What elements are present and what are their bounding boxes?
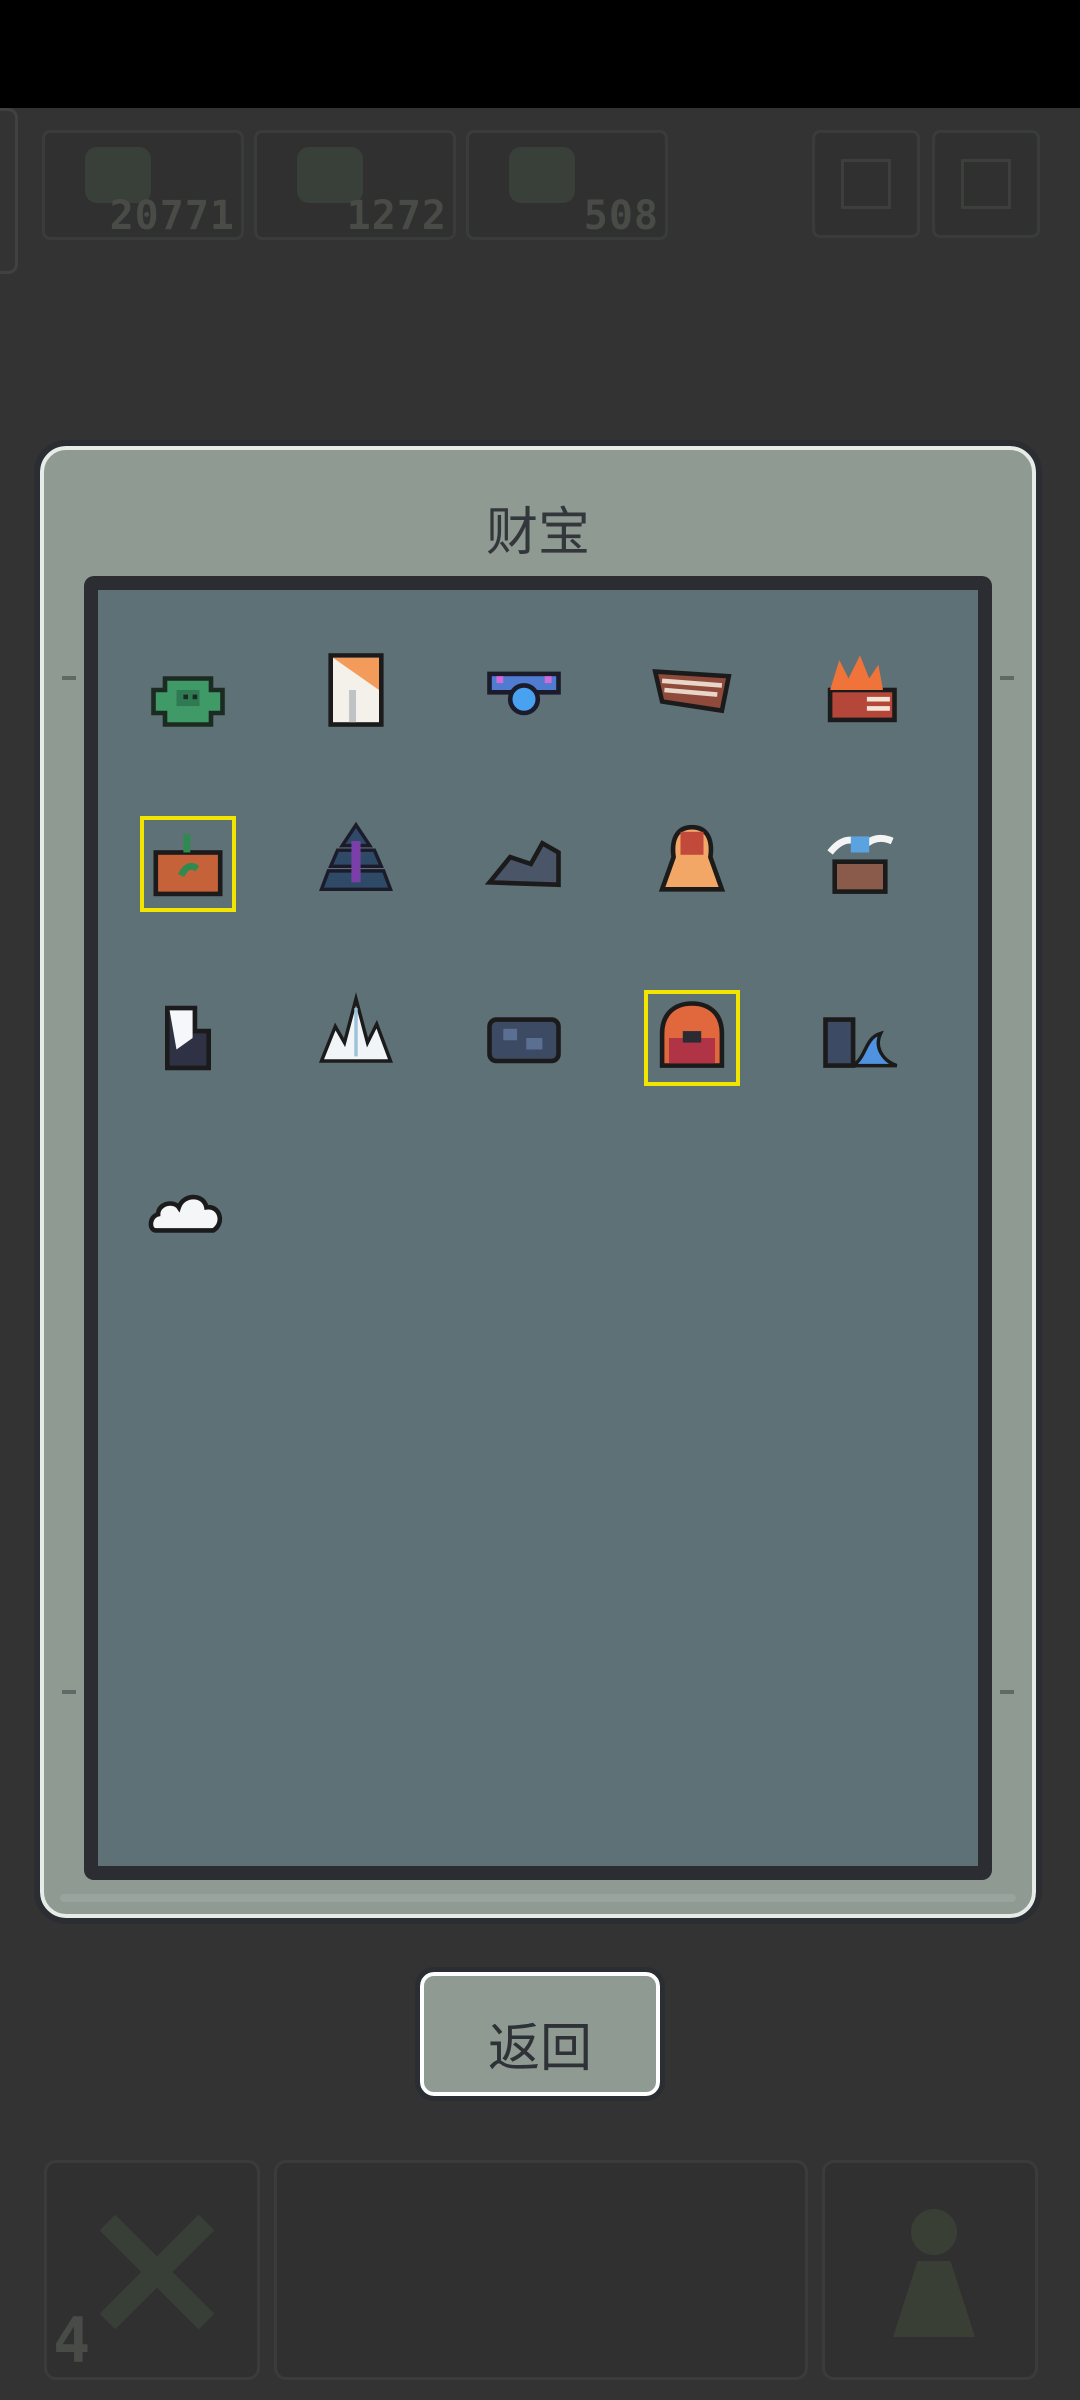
green-turtle-shell-icon <box>151 676 225 727</box>
frame-rivet <box>62 676 76 680</box>
treasure-item[interactable] <box>140 642 236 738</box>
amber-bell-icon <box>658 824 726 892</box>
treasure-item[interactable] <box>308 642 404 738</box>
snow-stone-icon <box>165 1005 211 1071</box>
pawn-icon <box>893 2209 975 2337</box>
paper-scroll-icon <box>328 653 384 727</box>
hud-button-1 <box>812 130 920 238</box>
bottom-center-slot <box>274 2160 808 2380</box>
crystal-icon <box>509 147 575 203</box>
treasure-item[interactable] <box>812 816 908 912</box>
treasure-grid-panel <box>84 576 992 1880</box>
white-cloud-icon <box>148 1194 223 1233</box>
blue-orb-amulet-icon <box>487 671 561 716</box>
wave-rock-icon <box>823 1017 898 1068</box>
dark-pagoda-icon <box>319 821 393 892</box>
frame-rivet <box>1000 1690 1014 1694</box>
treasure-item[interactable] <box>644 990 740 1086</box>
frame-bottom-strip <box>60 1894 1016 1902</box>
treasure-item[interactable] <box>476 990 572 1086</box>
potted-sprout-icon <box>153 834 223 897</box>
resource-wood: 1272 <box>254 130 456 240</box>
treasure-item[interactable] <box>476 816 572 912</box>
treasure-item[interactable] <box>644 816 740 912</box>
slate-rock-icon <box>484 840 561 888</box>
bottom-hero-slot <box>822 2160 1038 2380</box>
wooden-plank-icon <box>652 669 732 714</box>
treasure-item[interactable] <box>308 990 404 1086</box>
resource-wood-value: 1272 <box>346 193 447 239</box>
bottom-attack-slot: 4 <box>44 2160 260 2380</box>
resource-crystal: 508 <box>466 130 668 240</box>
attack-count: 4 <box>53 2304 91 2377</box>
status-bar <box>0 0 1080 108</box>
settings-icon <box>961 159 1011 209</box>
resource-crystal-value: 508 <box>583 193 659 239</box>
treasure-item[interactable] <box>140 1164 236 1260</box>
frame-rivet <box>62 1690 76 1694</box>
treasure-item[interactable] <box>476 642 572 738</box>
iron-ore-chunk-icon <box>487 1017 561 1064</box>
treasure-item[interactable] <box>140 990 236 1086</box>
back-button-label: 返回 <box>487 2019 592 2079</box>
dialog-title: 财宝 <box>485 503 590 563</box>
side-tab <box>0 108 18 274</box>
treasure-item[interactable] <box>140 816 236 912</box>
frame-rivet <box>1000 676 1014 680</box>
flame-brick-icon <box>827 655 897 723</box>
ice-crystal-icon <box>318 992 393 1063</box>
treasure-dialog: 财宝 <box>34 440 1042 1924</box>
resource-ore-value: 20771 <box>109 193 235 239</box>
back-button[interactable]: 返回 <box>415 1967 665 2101</box>
resource-ore: 20771 <box>42 130 244 240</box>
treasure-item[interactable] <box>308 816 404 912</box>
wind-swirl-crate-icon <box>827 834 894 894</box>
treasure-item[interactable] <box>812 642 908 738</box>
menu-icon <box>841 159 891 209</box>
treasure-item[interactable] <box>812 990 908 1086</box>
hud-button-2 <box>932 130 1040 238</box>
fire-cauldron-icon <box>659 1001 725 1068</box>
treasure-item[interactable] <box>644 642 740 738</box>
